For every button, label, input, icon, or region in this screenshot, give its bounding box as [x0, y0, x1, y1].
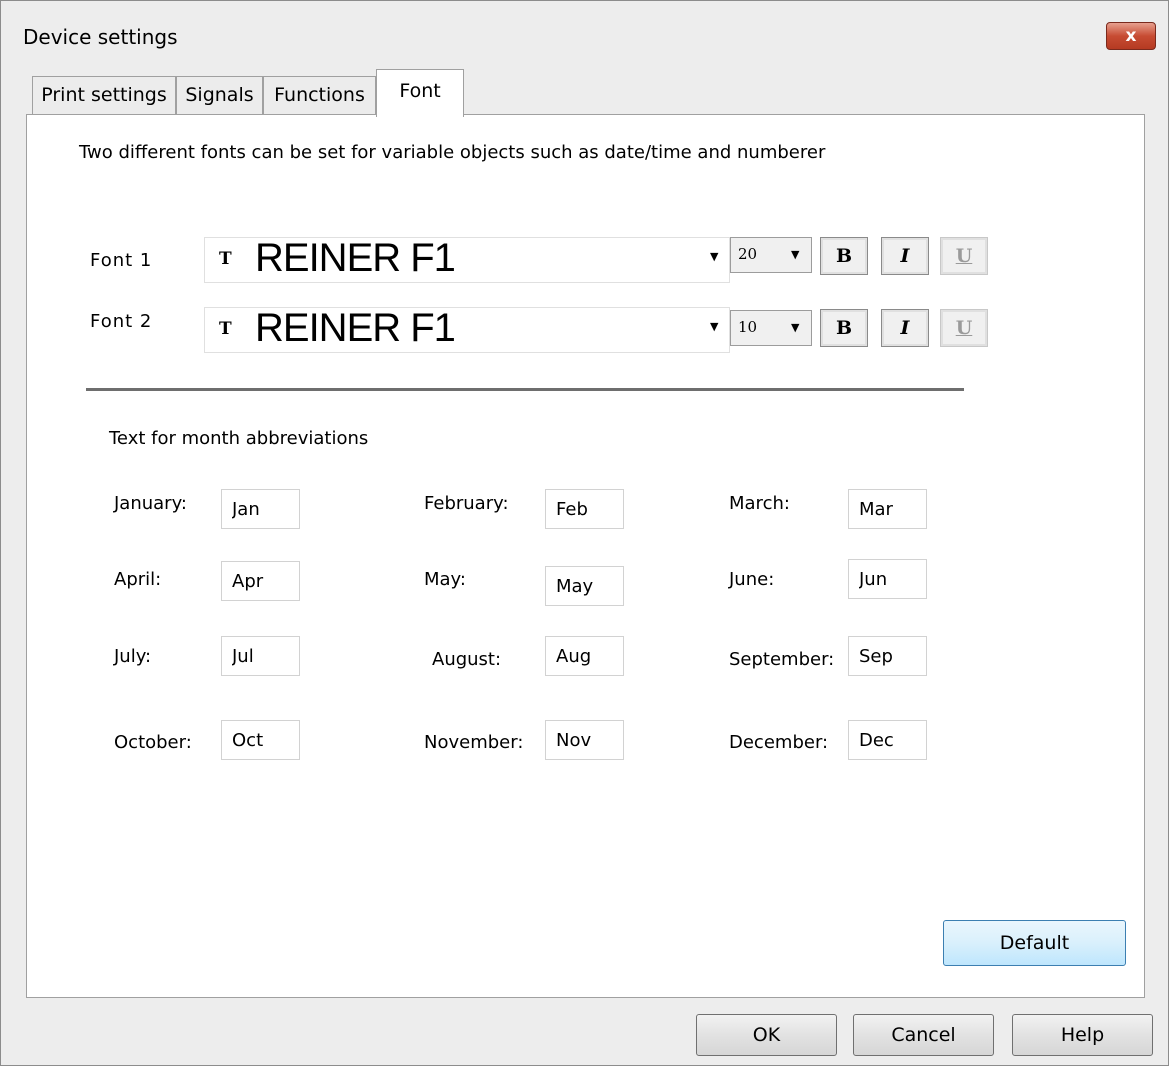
- font-1-select[interactable]: T REINER F1 ▼: [204, 236, 730, 283]
- month-input-may[interactable]: [545, 566, 624, 606]
- tab-font[interactable]: Font: [376, 69, 464, 117]
- month-label-november: November:: [424, 732, 524, 753]
- month-label-july: July:: [114, 646, 152, 667]
- tab-print-settings[interactable]: Print settings: [32, 76, 176, 115]
- font-2-size-select[interactable]: 10 ▼: [730, 310, 812, 346]
- title-bar[interactable]: Device settings x: [1, 1, 1168, 67]
- tab-signals[interactable]: Signals: [176, 76, 263, 115]
- font-1-size-value: 20: [738, 245, 758, 263]
- month-label-december: December:: [729, 732, 829, 753]
- chevron-down-icon: ▼: [791, 321, 800, 334]
- window-title: Device settings: [23, 25, 178, 49]
- month-label-october: October:: [114, 732, 192, 753]
- ok-button[interactable]: OK: [696, 1014, 837, 1056]
- truetype-font-icon: T: [219, 319, 232, 339]
- chevron-down-icon: ▼: [710, 320, 719, 333]
- tab-functions[interactable]: Functions: [263, 76, 376, 115]
- month-label-march: March:: [729, 493, 790, 514]
- month-label-september: September:: [729, 649, 835, 670]
- month-label-january: January:: [114, 493, 187, 514]
- month-label-april: April:: [114, 569, 162, 590]
- font-description: Two different fonts can be set for varia…: [79, 142, 826, 163]
- font-2-label: Font 2: [90, 311, 153, 332]
- month-label-august: August:: [432, 649, 502, 670]
- font-2-select[interactable]: T REINER F1 ▼: [204, 306, 730, 353]
- month-label-february: February:: [424, 493, 509, 514]
- chevron-down-icon: ▼: [710, 250, 719, 263]
- font-1-underline-button[interactable]: U: [940, 237, 988, 275]
- month-input-november[interactable]: [545, 720, 624, 760]
- month-input-october[interactable]: [221, 720, 300, 760]
- truetype-font-icon: T: [219, 249, 232, 269]
- font-2-size-value: 10: [738, 318, 758, 336]
- month-label-may: May:: [424, 569, 466, 590]
- month-input-december[interactable]: [848, 720, 927, 760]
- chevron-down-icon: ▼: [791, 248, 800, 261]
- font-1-name: REINER F1: [255, 236, 456, 280]
- month-input-april[interactable]: [221, 561, 300, 601]
- close-button[interactable]: x: [1106, 22, 1156, 50]
- month-input-august[interactable]: [545, 636, 624, 676]
- font-1-label: Font 1: [90, 250, 153, 271]
- device-settings-dialog: Device settings x Print settings Signals…: [0, 0, 1169, 1066]
- month-input-september[interactable]: [848, 636, 927, 676]
- font-2-name: REINER F1: [255, 306, 456, 350]
- section-divider: [86, 388, 964, 391]
- month-label-june: June:: [729, 569, 775, 590]
- default-button[interactable]: Default: [943, 920, 1126, 966]
- help-button[interactable]: Help: [1012, 1014, 1153, 1056]
- font-2-italic-button[interactable]: I: [881, 309, 929, 347]
- font-2-underline-button[interactable]: U: [940, 309, 988, 347]
- font-1-bold-button[interactable]: B: [820, 237, 868, 275]
- font-2-bold-button[interactable]: B: [820, 309, 868, 347]
- month-input-july[interactable]: [221, 636, 300, 676]
- font-1-size-select[interactable]: 20 ▼: [730, 237, 812, 273]
- month-abbreviations-title: Text for month abbreviations: [109, 428, 369, 449]
- month-input-june[interactable]: [848, 559, 927, 599]
- month-input-january[interactable]: [221, 489, 300, 529]
- month-input-march[interactable]: [848, 489, 927, 529]
- month-input-february[interactable]: [545, 489, 624, 529]
- cancel-button[interactable]: Cancel: [853, 1014, 994, 1056]
- close-icon: x: [1125, 26, 1137, 46]
- font-1-italic-button[interactable]: I: [881, 237, 929, 275]
